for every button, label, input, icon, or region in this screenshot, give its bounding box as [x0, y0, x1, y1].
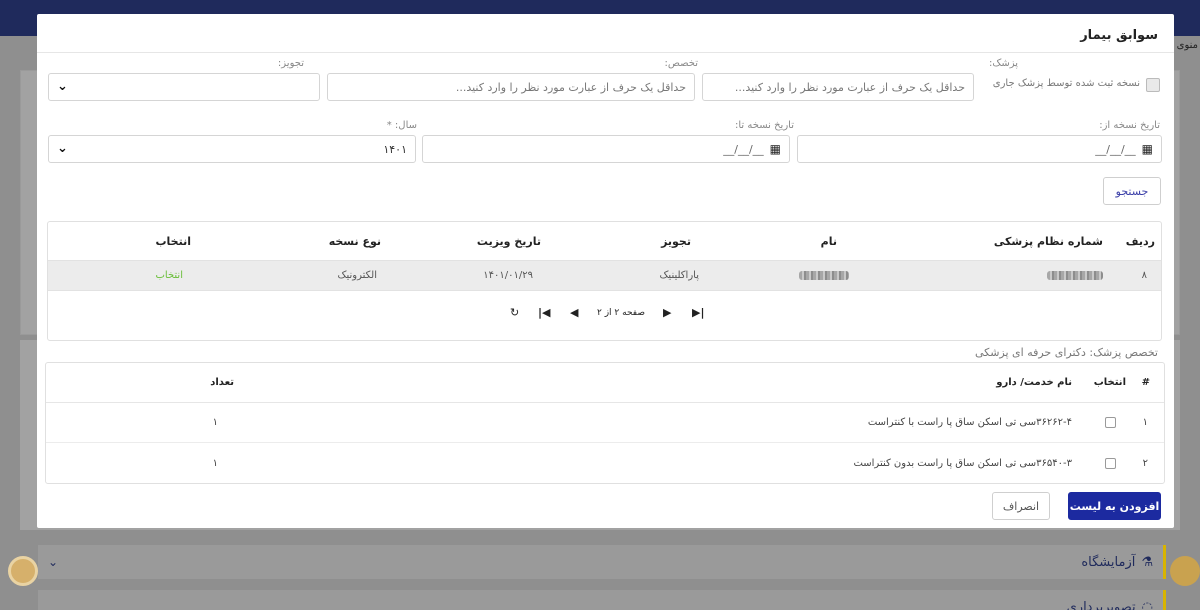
date-to-value: __/__/__ [723, 142, 764, 156]
doctor-specialty-value: دکترای حرفه ای پزشکی [974, 346, 1086, 359]
license-redacted [1047, 261, 1103, 290]
lamp-icon: ◌ [1141, 599, 1153, 610]
specialty-label: تخصص: [664, 58, 698, 69]
row-service-name: ۳۶۲۶۲-۴سی تی اسکن ساق پا راست با کنتراست [867, 417, 1072, 428]
prev-page-icon[interactable]: ◀ [570, 306, 578, 319]
current-doctor-checkbox[interactable] [1146, 78, 1160, 92]
flask-icon: ⚗ [1141, 554, 1153, 570]
services-table-header: # انتخاب نام خدمت/ دارو تعداد [46, 363, 1164, 403]
modal-title: سوابق بیمار [1080, 28, 1158, 43]
chevron-down-icon[interactable]: ⌄ [48, 555, 58, 569]
col-select-header: انتخاب [1093, 377, 1126, 388]
last-page-icon[interactable]: ▶| [692, 306, 704, 319]
row-num: ۲ [1142, 457, 1148, 469]
row-num: ۱ [1142, 417, 1148, 428]
page-info: صفحه ۲ از ۲ [597, 308, 645, 318]
date-from-label: تاریخ نسخه از: [1099, 120, 1160, 131]
help-fab[interactable] [8, 556, 38, 586]
calendar-icon[interactable]: ▦ [1142, 142, 1153, 156]
chevron-down-icon: ⌄ [57, 141, 68, 156]
table-row: ۱ ۳۶۲۶۲-۴سی تی اسکن ساق پا راست با کنترا… [46, 403, 1164, 443]
search-button[interactable]: جستجو [1103, 177, 1161, 205]
doctor-specialty: تخصص پزشک: دکترای حرفه ای پزشکی [975, 346, 1158, 359]
row-type: الکترونیک [337, 270, 377, 281]
date-to-label: تاریخ نسخه تا: [735, 120, 794, 131]
col-select-header: انتخاب [155, 234, 191, 248]
table-row[interactable]: ۸ پاراکلینیک ۱۴۰۱/۰۱/۲۹ الکترونیک انتخاب [48, 260, 1161, 291]
doctor-placeholder: حداقل یک حرف از عبارت مورد نظر را وارد ک… [734, 80, 965, 94]
row-select-link[interactable]: انتخاب [156, 261, 184, 290]
col-license-header: شماره نظام پزشکی [993, 234, 1103, 248]
imaging-row[interactable]: ◌ تصویربرداری [38, 590, 1166, 610]
row-date: ۱۴۰۱/۰۱/۲۹ [483, 270, 533, 281]
visits-table: ردیف شماره نظام پزشکی نام تجویز تاریخ وی… [47, 221, 1162, 341]
first-page-icon[interactable]: |◀ [538, 306, 550, 319]
laboratory-row[interactable]: ⚗ آزمایشگاه ⌄ [38, 545, 1166, 579]
name-redacted [799, 261, 849, 290]
row-count: ۱ [212, 457, 218, 469]
row-prescription: پاراکلینیک [659, 270, 699, 281]
row-count: ۱ [212, 417, 218, 428]
row-checkbox[interactable] [1105, 403, 1116, 442]
row-service-name: ۳۶۵۴۰-۳سی تی اسکن ساق پا راست بدون کنترا… [853, 457, 1072, 469]
year-value: ۱۴۰۱ [383, 142, 407, 156]
chevron-down-icon: ⌄ [57, 79, 68, 94]
col-prescription-header: تجویز [661, 234, 691, 248]
services-table: # انتخاب نام خدمت/ دارو تعداد ۱ ۳۶۲۶۲-۴س… [45, 362, 1165, 484]
table-row: ۲ ۳۶۵۴۰-۳سی تی اسکن ساق پا راست بدون کنت… [46, 443, 1164, 483]
col-count-header: تعداد [210, 377, 234, 388]
year-select[interactable]: ۱۴۰۱ ⌄ [48, 135, 416, 163]
add-to-list-button[interactable]: افزودن به لیست [1068, 492, 1161, 520]
next-page-icon[interactable]: ▶ [663, 306, 671, 319]
pagination: ↻ |◀ ◀ صفحه ۲ از ۲ ▶ ▶| [48, 306, 1161, 326]
date-from-value: __/__/__ [1095, 142, 1136, 156]
calendar-icon[interactable]: ▦ [770, 142, 781, 156]
cancel-button[interactable]: انصراف [992, 492, 1050, 520]
col-num-header: # [1141, 377, 1150, 388]
current-doctor-checkbox-label: نسخه ثبت شده توسط پزشک جاری [992, 78, 1140, 89]
prescription-select[interactable]: ⌄ [48, 73, 320, 101]
row-index: ۸ [1141, 270, 1147, 281]
modal-divider [37, 52, 1174, 53]
specialty-input[interactable]: حداقل یک حرف از عبارت مورد نظر را وارد ک… [327, 73, 695, 101]
visits-table-header: ردیف شماره نظام پزشکی نام تجویز تاریخ وی… [48, 222, 1161, 260]
col-service-name-header: نام خدمت/ دارو [996, 377, 1072, 388]
assistant-fab[interactable] [1170, 556, 1200, 586]
col-index-header: ردیف [1125, 234, 1155, 248]
refresh-icon[interactable]: ↻ [510, 306, 519, 319]
doctor-specialty-label: تخصص پزشک: [1089, 346, 1158, 359]
specialty-placeholder: حداقل یک حرف از عبارت مورد نظر را وارد ک… [455, 80, 686, 94]
prescription-label: تجویز: [277, 58, 304, 69]
col-type-header: نوع نسخه [328, 234, 381, 248]
laboratory-label: آزمایشگاه [1081, 554, 1136, 570]
doctor-input[interactable]: حداقل یک حرف از عبارت مورد نظر را وارد ک… [702, 73, 974, 101]
year-label: سال: * [386, 120, 417, 131]
date-from-input[interactable]: ▦ __/__/__ [797, 135, 1162, 163]
menu-label[interactable]: منوی [1177, 40, 1198, 51]
doctor-label: پزشک: [989, 58, 1018, 69]
row-checkbox[interactable] [1105, 443, 1116, 483]
imaging-label: تصویربرداری [1066, 599, 1136, 610]
col-date-header: تاریخ ویزیت [476, 234, 541, 248]
col-name-header: نام [820, 234, 837, 248]
patient-history-modal: سوابق بیمار نسخه ثبت شده توسط پزشک جاری … [37, 14, 1174, 528]
date-to-input[interactable]: ▦ __/__/__ [422, 135, 790, 163]
